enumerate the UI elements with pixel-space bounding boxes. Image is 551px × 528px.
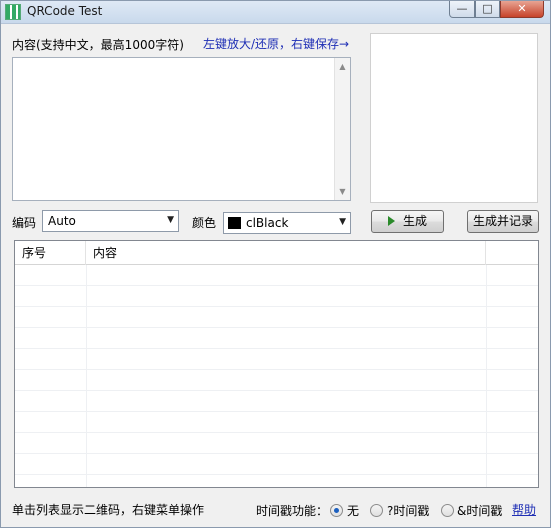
generate-record-label: 生成并记录: [472, 214, 533, 228]
encoding-value: Auto: [48, 214, 76, 228]
scroll-up-icon[interactable]: ▲: [335, 62, 350, 71]
color-value: clBlack: [246, 216, 289, 230]
title-bar[interactable]: QRCode Test — □ ✕: [1, 1, 550, 24]
timestamp-ampersand-label[interactable]: &时间戳: [457, 502, 502, 519]
timestamp-question-radio[interactable]: [370, 504, 383, 517]
list-row: [15, 349, 538, 370]
list-row: [15, 286, 538, 307]
maximize-icon: □: [482, 2, 493, 15]
help-link[interactable]: 帮助: [512, 501, 536, 518]
app-window: QRCode Test — □ ✕ 内容(支持中文，最高1000字符) 左键放大…: [0, 0, 551, 528]
list-row: [15, 328, 538, 349]
color-label: 颜色: [192, 216, 217, 230]
window-title: QRCode Test: [27, 4, 103, 18]
qrcode-preview[interactable]: [370, 33, 538, 203]
content-textarea[interactable]: ▲ ▼: [12, 57, 351, 201]
column-header-filler: [486, 241, 538, 265]
generate-button[interactable]: 生成: [371, 210, 444, 233]
encoding-select[interactable]: Auto ▼: [42, 210, 179, 232]
timestamp-question-label[interactable]: ?时间戳: [387, 502, 429, 519]
column-header-index[interactable]: 序号: [15, 241, 86, 265]
play-icon: [387, 216, 395, 226]
minimize-icon: —: [456, 2, 468, 15]
content-label: 内容(支持中文，最高1000字符): [12, 38, 184, 52]
list-usage-hint: 单击列表显示二维码，右键菜单操作: [12, 503, 205, 517]
maximize-button[interactable]: □: [475, 1, 500, 18]
list-row: [15, 370, 538, 391]
color-swatch: [228, 217, 241, 229]
list-row: [15, 265, 538, 286]
minimize-button[interactable]: —: [449, 1, 475, 18]
timestamp-none-label[interactable]: 无: [347, 502, 359, 519]
qrcode-app-icon: [5, 4, 21, 20]
list-row: [15, 433, 538, 454]
list-row: [15, 307, 538, 328]
chevron-down-icon: ▼: [339, 217, 346, 227]
encoding-label: 编码: [12, 216, 37, 230]
generate-label: 生成: [402, 214, 427, 228]
timestamp-ampersand-radio[interactable]: [441, 504, 454, 517]
color-select[interactable]: clBlack ▼: [223, 212, 351, 234]
chevron-down-icon: ▼: [167, 215, 174, 225]
record-list[interactable]: 序号 内容: [14, 240, 539, 488]
generate-record-button[interactable]: 生成并记录: [467, 210, 539, 233]
timestamp-label: 时间戳功能：: [256, 504, 329, 518]
list-row: [15, 412, 538, 433]
close-button[interactable]: ✕: [500, 1, 544, 18]
content-hint: 左键放大/还原，右键保存→: [203, 37, 350, 51]
close-icon: ✕: [517, 2, 527, 15]
list-row: [15, 391, 538, 412]
timestamp-none-radio[interactable]: [330, 504, 343, 517]
column-header-content[interactable]: 内容: [86, 241, 486, 265]
scroll-down-icon[interactable]: ▼: [335, 187, 350, 196]
list-header: 序号 内容: [15, 241, 538, 265]
content-scrollbar[interactable]: ▲ ▼: [334, 58, 350, 200]
list-row: [15, 454, 538, 475]
